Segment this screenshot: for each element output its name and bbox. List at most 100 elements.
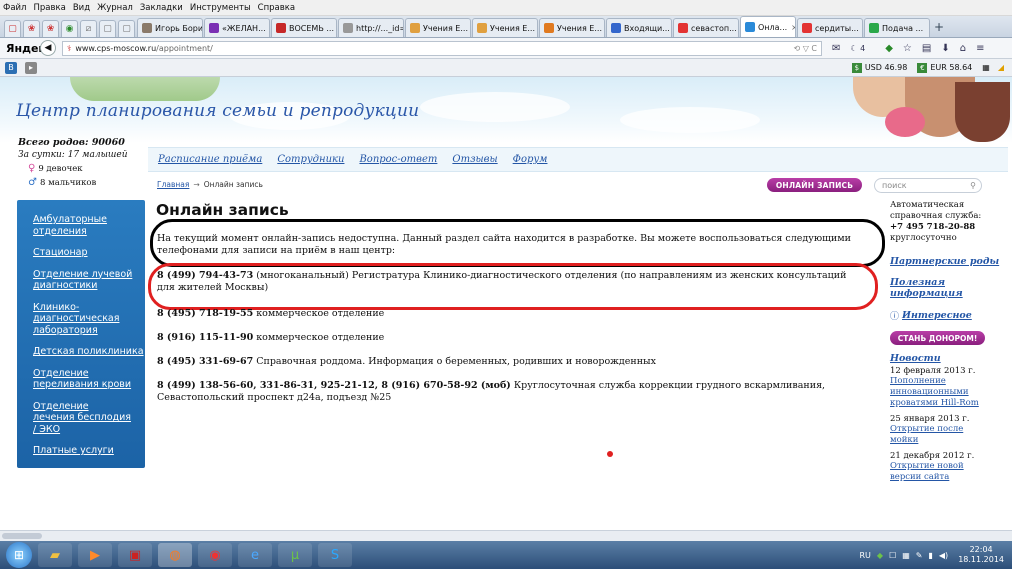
pinned-tab-icon[interactable]: ❀ [23,20,40,37]
browser-tab[interactable]: Игорь Борис... [137,18,203,37]
search-input[interactable]: поиск ⚲ [874,178,982,193]
online-booking-button[interactable]: ОНЛАЙН ЗАПИСЬ [767,178,862,192]
horizontal-scrollbar[interactable] [0,530,1012,541]
warning-icon[interactable]: ◢ [998,63,1004,72]
left-menu-radiology[interactable]: Отделение лучевой диагностики [33,269,133,292]
browser-tab[interactable]: Входящи... [606,18,672,37]
tab-favicon-icon [611,23,621,33]
usd-rate[interactable]: $ USD 46.98 [851,62,907,73]
browser-tab[interactable]: «ЖЕЛАН... [204,18,270,37]
tray-app-icon[interactable]: ✎ [916,551,923,560]
link-interesting[interactable]: Интересное [902,310,972,321]
search-placeholder: поиск [882,181,907,190]
tray-app-icon[interactable]: ☐ [889,551,896,560]
phone-row: 8 (499) 794-43-73 (многоканальный) Регис… [157,270,867,294]
search-icon[interactable]: ⚲ [970,181,976,190]
menu-history[interactable]: Журнал [97,3,133,13]
firefox-icon[interactable]: ◍ [158,543,192,567]
hamburger-menu-icon[interactable]: ≡ [976,43,984,54]
menu-file[interactable]: Файл [3,3,26,13]
scrollbar-thumb[interactable] [2,533,42,539]
tab-favicon-icon [802,23,812,33]
pinned-tab-icon[interactable]: ▢ [99,20,116,37]
left-menu-paid-services[interactable]: Платные услуги [33,445,145,457]
url-input[interactable]: ⚕ www.cps-moscow.ru/appointment/ ⟲ ▽ C [62,40,822,56]
system-tray: RU ◆ ☐ ▦ ✎ ▮ ◀) 22:04 18.11.2014 [853,545,1004,565]
weather-icon[interactable]: ☾ 4 [850,44,875,53]
close-tab-icon[interactable]: × [791,23,795,32]
news-link[interactable]: Открытие новой версии сайта [890,461,970,483]
clock[interactable]: 22:04 18.11.2014 [958,545,1004,565]
browser-tab[interactable]: Онла...× [740,16,796,37]
tray-app-icon[interactable]: ◆ [877,551,883,560]
bookmarks-menu-icon[interactable]: ▤ [922,43,931,54]
home-icon[interactable]: ⌂ [960,43,966,54]
left-menu-hospital[interactable]: Стационар [33,247,145,259]
browser-tab[interactable]: Подача ... [864,18,930,37]
menu-bookmarks[interactable]: Закладки [140,3,183,13]
become-donor-button[interactable]: СТАНЬ ДОНОРОМ! [890,331,985,345]
internet-explorer-icon[interactable]: e [238,543,272,567]
left-menu-pediatric[interactable]: Детская поликлиника [33,346,145,358]
pinned-tab-icon[interactable]: ▢ [4,20,21,37]
save-app-icon[interactable]: ▣ [118,543,152,567]
news-link[interactable]: Открытие после мойки [890,424,970,446]
mail-icon[interactable]: ✉ [832,43,840,54]
arrow-right-icon: → [193,180,200,189]
news-heading[interactable]: Новости [890,353,1008,364]
left-menu-laboratory[interactable]: Клинико-диагностическая лаборатория [33,302,123,337]
pinned-tab-icon[interactable]: ◉ [61,20,78,37]
widget-icon[interactable]: B [5,61,17,74]
tab-label: «ЖЕЛАН... [222,23,266,33]
news-link[interactable]: Пополнение инновационными кроватями Hill… [890,376,985,409]
eur-rate[interactable]: € EUR 58.64 [917,62,972,73]
reload-icon[interactable]: ⟲ ▽ C [793,44,817,53]
breadcrumb-home[interactable]: Главная [157,180,189,189]
language-indicator[interactable]: RU [859,551,870,560]
link-useful-info[interactable]: Полезная информация [890,277,970,299]
bookmark-star-icon[interactable]: ☆ [903,43,912,54]
pinned-tab-icon[interactable]: ▢ [118,20,135,37]
left-menu-transfusion[interactable]: Отделение переливания крови [33,368,133,391]
chrome-icon[interactable]: ◉ [198,543,232,567]
tray-app-icon[interactable]: ▦ [902,551,910,560]
link-partner-births[interactable]: Партнерские роды [890,256,1008,267]
browser-tab[interactable]: ВОСЕМЬ ... [271,18,337,37]
nav-forum[interactable]: Форум [513,154,548,165]
browser-tab[interactable]: Учения Е... [405,18,471,37]
tools-icon[interactable]: ▦ [982,63,990,72]
network-icon[interactable]: ▮ [929,551,933,560]
nav-reviews[interactable]: Отзывы [452,154,497,165]
header-family-image [845,77,1010,143]
left-menu-ivf[interactable]: Отделение лечения бесплодия / ЭКО [33,401,133,436]
volume-icon[interactable]: ◀) [939,551,948,560]
browser-tab[interactable]: Учения Е... [539,18,605,37]
yandex-logo[interactable]: Яндекс [6,42,52,55]
menu-view[interactable]: Вид [73,3,90,13]
nav-schedule[interactable]: Расписание приёма [158,154,262,165]
nav-staff[interactable]: Сотрудники [277,154,344,165]
back-arrow-icon[interactable]: ◀ [40,40,56,56]
menu-tools[interactable]: Инструменты [190,3,251,13]
widget-icon[interactable]: ▸ [25,61,37,74]
browser-tab[interactable]: севастоп... [673,18,739,37]
menu-edit[interactable]: Правка [33,3,65,13]
site-title[interactable]: Центр планирования семьи и репродукции [16,101,419,121]
pinned-tab-icon[interactable]: ⧄ [80,20,97,37]
tab-label: ВОСЕМЬ ... [289,23,334,33]
addon-icon[interactable]: ◆ [885,43,893,54]
explorer-icon[interactable]: ▰ [38,543,72,567]
start-button[interactable]: ⊞ [6,542,32,568]
browser-tab[interactable]: http://..._id=58 [338,18,404,37]
browser-tab[interactable]: сердиты... [797,18,863,37]
pinned-tab-icon[interactable]: ❀ [42,20,59,37]
left-menu-outpatient[interactable]: Амбулаторные отделения [33,214,117,237]
skype-icon[interactable]: S [318,543,352,567]
nav-qa[interactable]: Вопрос-ответ [359,154,437,165]
media-player-icon[interactable]: ▶ [78,543,112,567]
utorrent-icon[interactable]: µ [278,543,312,567]
download-icon[interactable]: ⬇ [941,43,949,54]
new-tab-plus-icon[interactable]: + [934,20,944,34]
browser-tab[interactable]: Учения Е... [472,18,538,37]
menu-help[interactable]: Справка [258,3,295,13]
